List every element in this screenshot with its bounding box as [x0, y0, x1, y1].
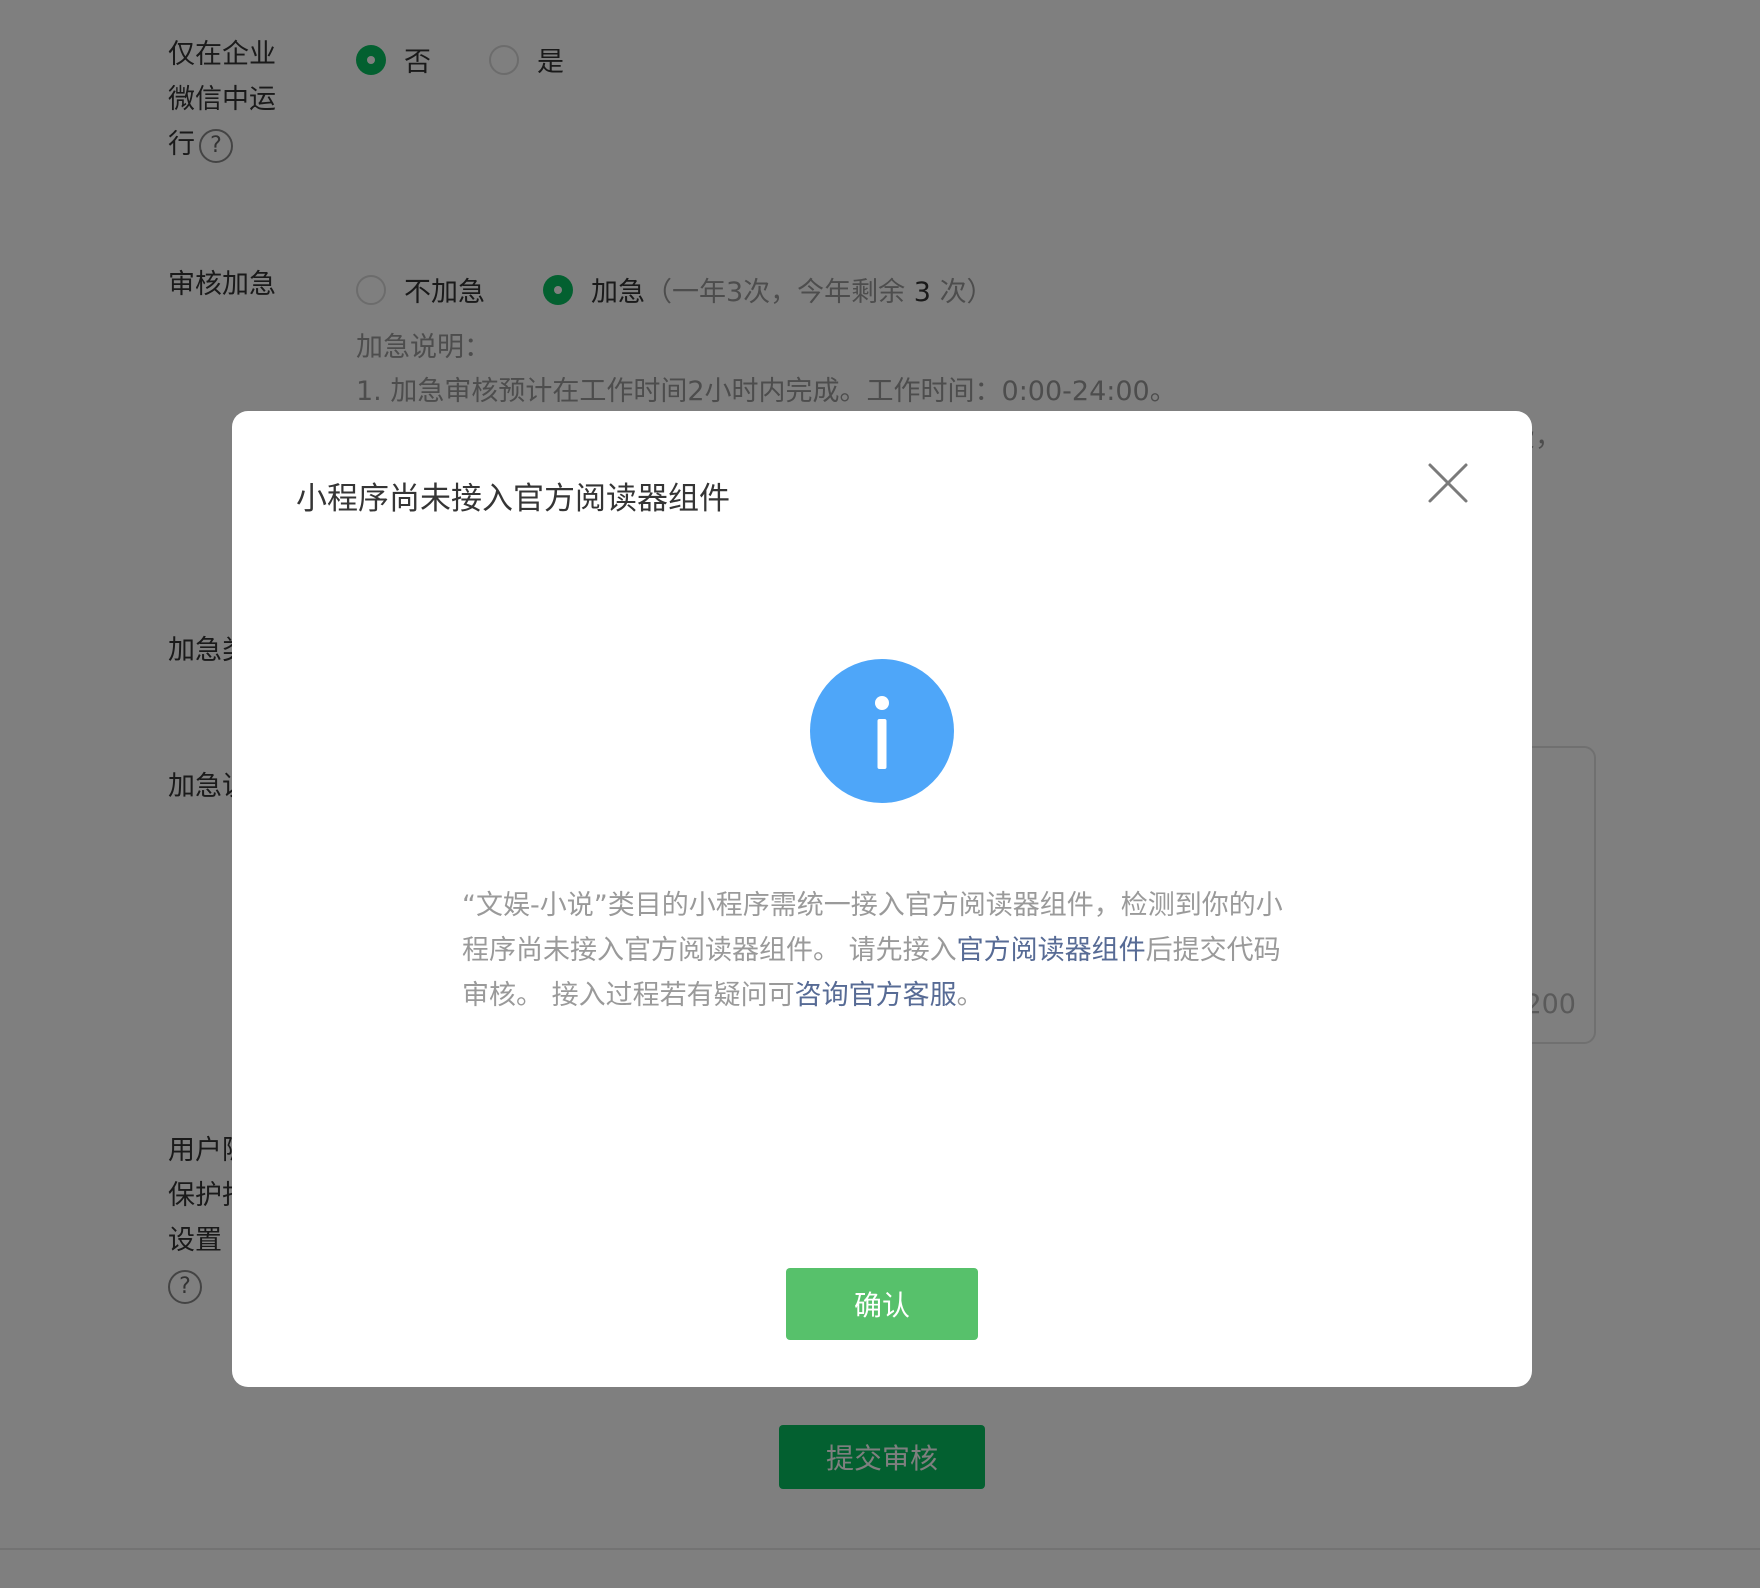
- dialog-title: 小程序尚未接入官方阅读器组件: [296, 481, 730, 517]
- customer-service-link[interactable]: 咨询官方客服: [795, 980, 957, 1011]
- dialog-message: “文娱-小说”类目的小程序需统一接入官方阅读器组件，检测到你的小程序尚未接入官方…: [462, 890, 1283, 1011]
- reader-component-dialog: 小程序尚未接入官方阅读器组件 “文娱-小说”类目的小程序需统一接入官方阅读器组件…: [232, 411, 1532, 1387]
- close-icon[interactable]: [1424, 459, 1472, 507]
- reader-component-link[interactable]: 官方阅读器组件: [957, 935, 1146, 966]
- info-icon: [810, 659, 954, 803]
- close-button[interactable]: [1424, 459, 1472, 507]
- confirm-button[interactable]: 确认: [786, 1268, 978, 1340]
